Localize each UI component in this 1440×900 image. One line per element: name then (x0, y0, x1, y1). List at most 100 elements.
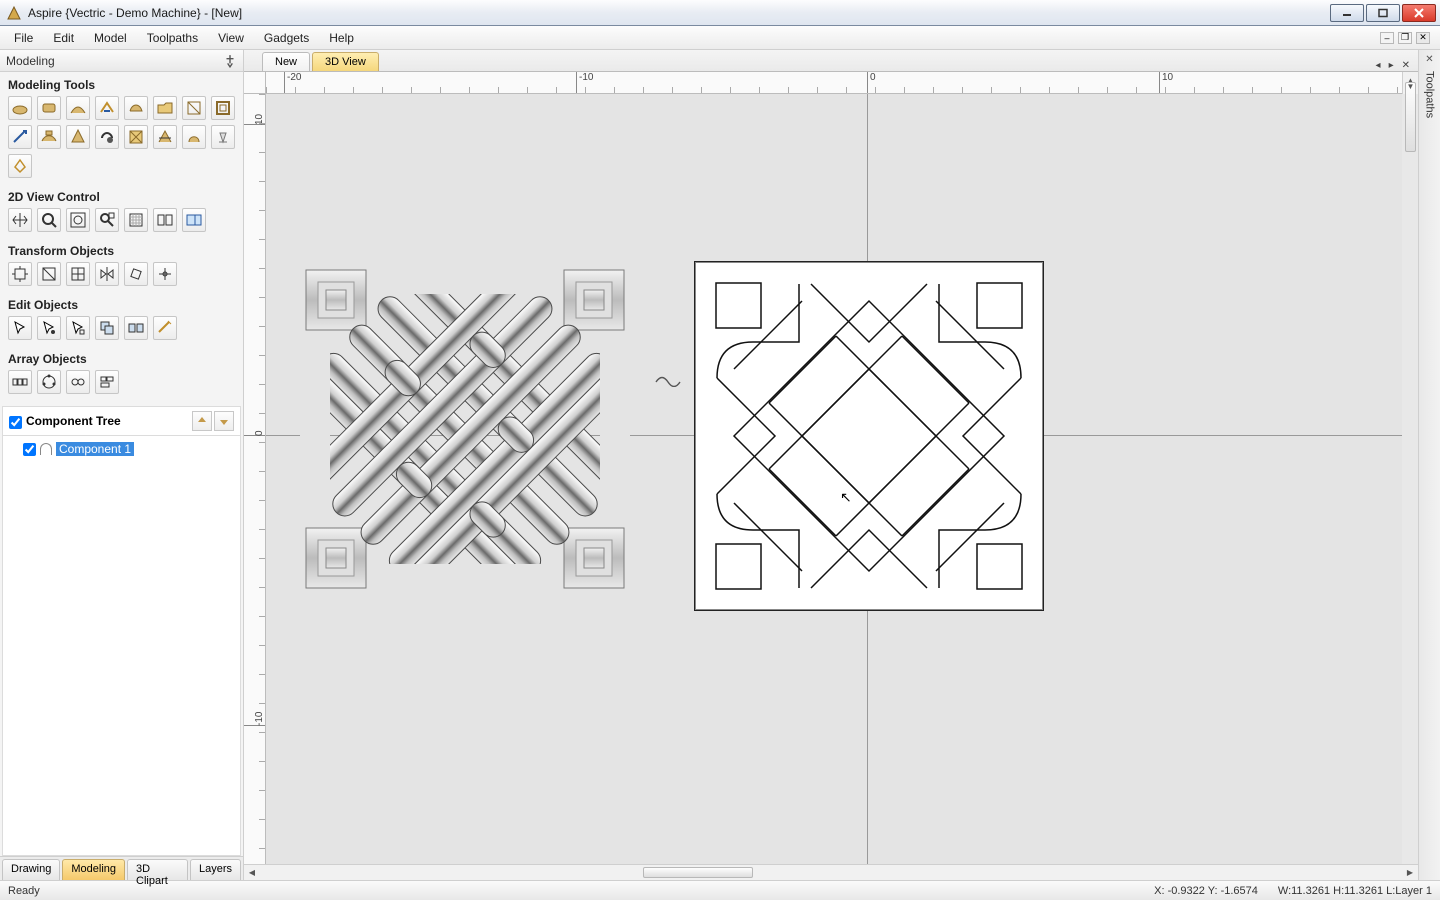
import-component-icon[interactable] (153, 96, 177, 120)
extrude-icon[interactable] (66, 96, 90, 120)
scale-z-icon[interactable] (211, 125, 235, 149)
ruler-vertical[interactable]: 100-10 (244, 94, 266, 864)
tab-modeling[interactable]: Modeling (62, 859, 125, 880)
move-down-button[interactable] (214, 411, 234, 431)
toggle-grid-icon[interactable] (124, 208, 148, 232)
status-dimensions: W:11.3261 H:11.3261 L:Layer 1 (1278, 885, 1432, 897)
distort-icon[interactable] (153, 262, 177, 286)
scrollbar-horizontal[interactable]: ◀ ▶ (244, 864, 1418, 880)
section-view-control: 2D View Control (0, 184, 243, 206)
status-bar: Ready X: -0.9322 Y: -1.6574 W:11.3261 H:… (0, 880, 1440, 900)
menu-file[interactable]: File (4, 28, 43, 48)
section-modeling-tools: Modeling Tools (0, 72, 243, 94)
scroll-right-icon[interactable]: ▶ (1402, 865, 1418, 880)
tree-item-label[interactable]: Component 1 (56, 442, 134, 456)
title-bar: Aspire {Vectric - Demo Machine} - [New] (0, 0, 1440, 26)
replace-below-icon[interactable] (182, 125, 206, 149)
wave-glyph-icon (655, 373, 681, 387)
zoom-selected-icon[interactable] (95, 208, 119, 232)
tab-drawing[interactable]: Drawing (2, 859, 60, 880)
zoom-extents-icon[interactable] (37, 208, 61, 232)
mdi-minimize-button[interactable]: – (1380, 32, 1394, 44)
viewport[interactable]: ↖ (266, 94, 1402, 864)
canvas-area: New 3D View ◂ ▸ ✕ -20-10010 ▲ ▼ 100-10 (244, 50, 1418, 880)
array-copy-icon[interactable] (66, 370, 90, 394)
pan-icon[interactable] (8, 208, 32, 232)
tab-next-icon[interactable]: ▸ (1387, 60, 1396, 71)
mirror-icon[interactable] (95, 262, 119, 286)
rotate-icon[interactable] (124, 262, 148, 286)
measure-icon[interactable] (153, 316, 177, 340)
two-rail-icon[interactable] (95, 96, 119, 120)
array-circular-icon[interactable] (37, 370, 61, 394)
align-icon[interactable] (66, 262, 90, 286)
right-panel-label[interactable]: Toolpaths (1424, 71, 1436, 118)
mdi-restore-button[interactable]: ❐ (1398, 32, 1412, 44)
array-linear-icon[interactable] (8, 370, 32, 394)
tab-prev-icon[interactable]: ◂ (1374, 60, 1383, 71)
mdi-close-button[interactable]: ✕ (1416, 32, 1430, 44)
menu-help[interactable]: Help (319, 28, 364, 48)
view-toggle-icon[interactable] (182, 208, 206, 232)
component-tree-title: Component Tree (26, 414, 121, 428)
tab-layers[interactable]: Layers (190, 859, 241, 880)
ungroup-icon[interactable] (124, 316, 148, 340)
menu-view[interactable]: View (208, 28, 254, 48)
component-tree-checkbox[interactable] (9, 416, 22, 429)
smooth-icon[interactable] (124, 125, 148, 149)
tab-close-icon[interactable]: ✕ (1400, 60, 1412, 71)
weave-icon[interactable] (37, 96, 61, 120)
right-panel-collapsed[interactable]: ✕ Toolpaths (1418, 50, 1440, 880)
right-panel-close-icon[interactable]: ✕ (1425, 54, 1433, 65)
turn-icon[interactable] (124, 96, 148, 120)
menu-model[interactable]: Model (84, 28, 137, 48)
component-tree-header: Component Tree (2, 406, 241, 436)
status-ready: Ready (8, 885, 40, 897)
texture-area-icon[interactable] (182, 96, 206, 120)
zoom-fit-icon[interactable] (66, 208, 90, 232)
sculpt-icon[interactable] (8, 125, 32, 149)
emboss-icon[interactable] (37, 125, 61, 149)
node-edit-icon[interactable] (37, 316, 61, 340)
menu-toolpaths[interactable]: Toolpaths (137, 28, 208, 48)
create-shape-icon[interactable] (8, 96, 32, 120)
scrollbar-vertical[interactable]: ▲ ▼ (1402, 72, 1418, 94)
section-edit: Edit Objects (0, 292, 243, 314)
create-border-icon[interactable] (211, 96, 235, 120)
ruler-corner (244, 72, 266, 94)
window-controls (1330, 4, 1436, 22)
pin-icon[interactable] (223, 54, 237, 68)
scroll-left-icon[interactable]: ◀ (244, 865, 260, 880)
tab-controls: ◂ ▸ ✕ (1374, 60, 1418, 71)
scroll-down-icon[interactable]: ▼ (1403, 78, 1418, 94)
close-button[interactable] (1402, 4, 1436, 22)
cursor-icon: ↖ (840, 489, 852, 506)
mdi-controls: – ❐ ✕ (1380, 32, 1436, 44)
scroll-thumb-h[interactable] (643, 867, 753, 878)
nest-icon[interactable] (95, 370, 119, 394)
maximize-button[interactable] (1366, 4, 1400, 22)
set-size-icon[interactable] (37, 262, 61, 286)
doc-tab-3d-view[interactable]: 3D View (312, 52, 379, 71)
group-icon[interactable] (95, 316, 119, 340)
view-tile-icon[interactable] (153, 208, 177, 232)
rendered-3d-knot (300, 264, 630, 594)
properties-icon[interactable] (95, 125, 119, 149)
tree-item-checkbox[interactable] (23, 443, 36, 456)
move-icon[interactable] (8, 262, 32, 286)
menu-edit[interactable]: Edit (43, 28, 84, 48)
trace-icon[interactable] (66, 125, 90, 149)
menu-gadgets[interactable]: Gadgets (254, 28, 319, 48)
minimize-button[interactable] (1330, 4, 1364, 22)
doc-tab-new[interactable]: New (262, 52, 310, 71)
slice-icon[interactable] (153, 125, 177, 149)
node-edit2-icon[interactable] (66, 316, 90, 340)
select-icon[interactable] (8, 316, 32, 340)
ruler-horizontal[interactable]: -20-10010 (266, 72, 1402, 94)
component-tree[interactable]: Component 1 (2, 436, 241, 856)
tree-item-component[interactable]: Component 1 (9, 440, 234, 458)
move-up-button[interactable] (192, 411, 212, 431)
document-tabs: New 3D View ◂ ▸ ✕ (244, 50, 1418, 72)
tab-3d-clipart[interactable]: 3D Clipart (127, 859, 188, 880)
bake-icon[interactable] (8, 154, 32, 178)
